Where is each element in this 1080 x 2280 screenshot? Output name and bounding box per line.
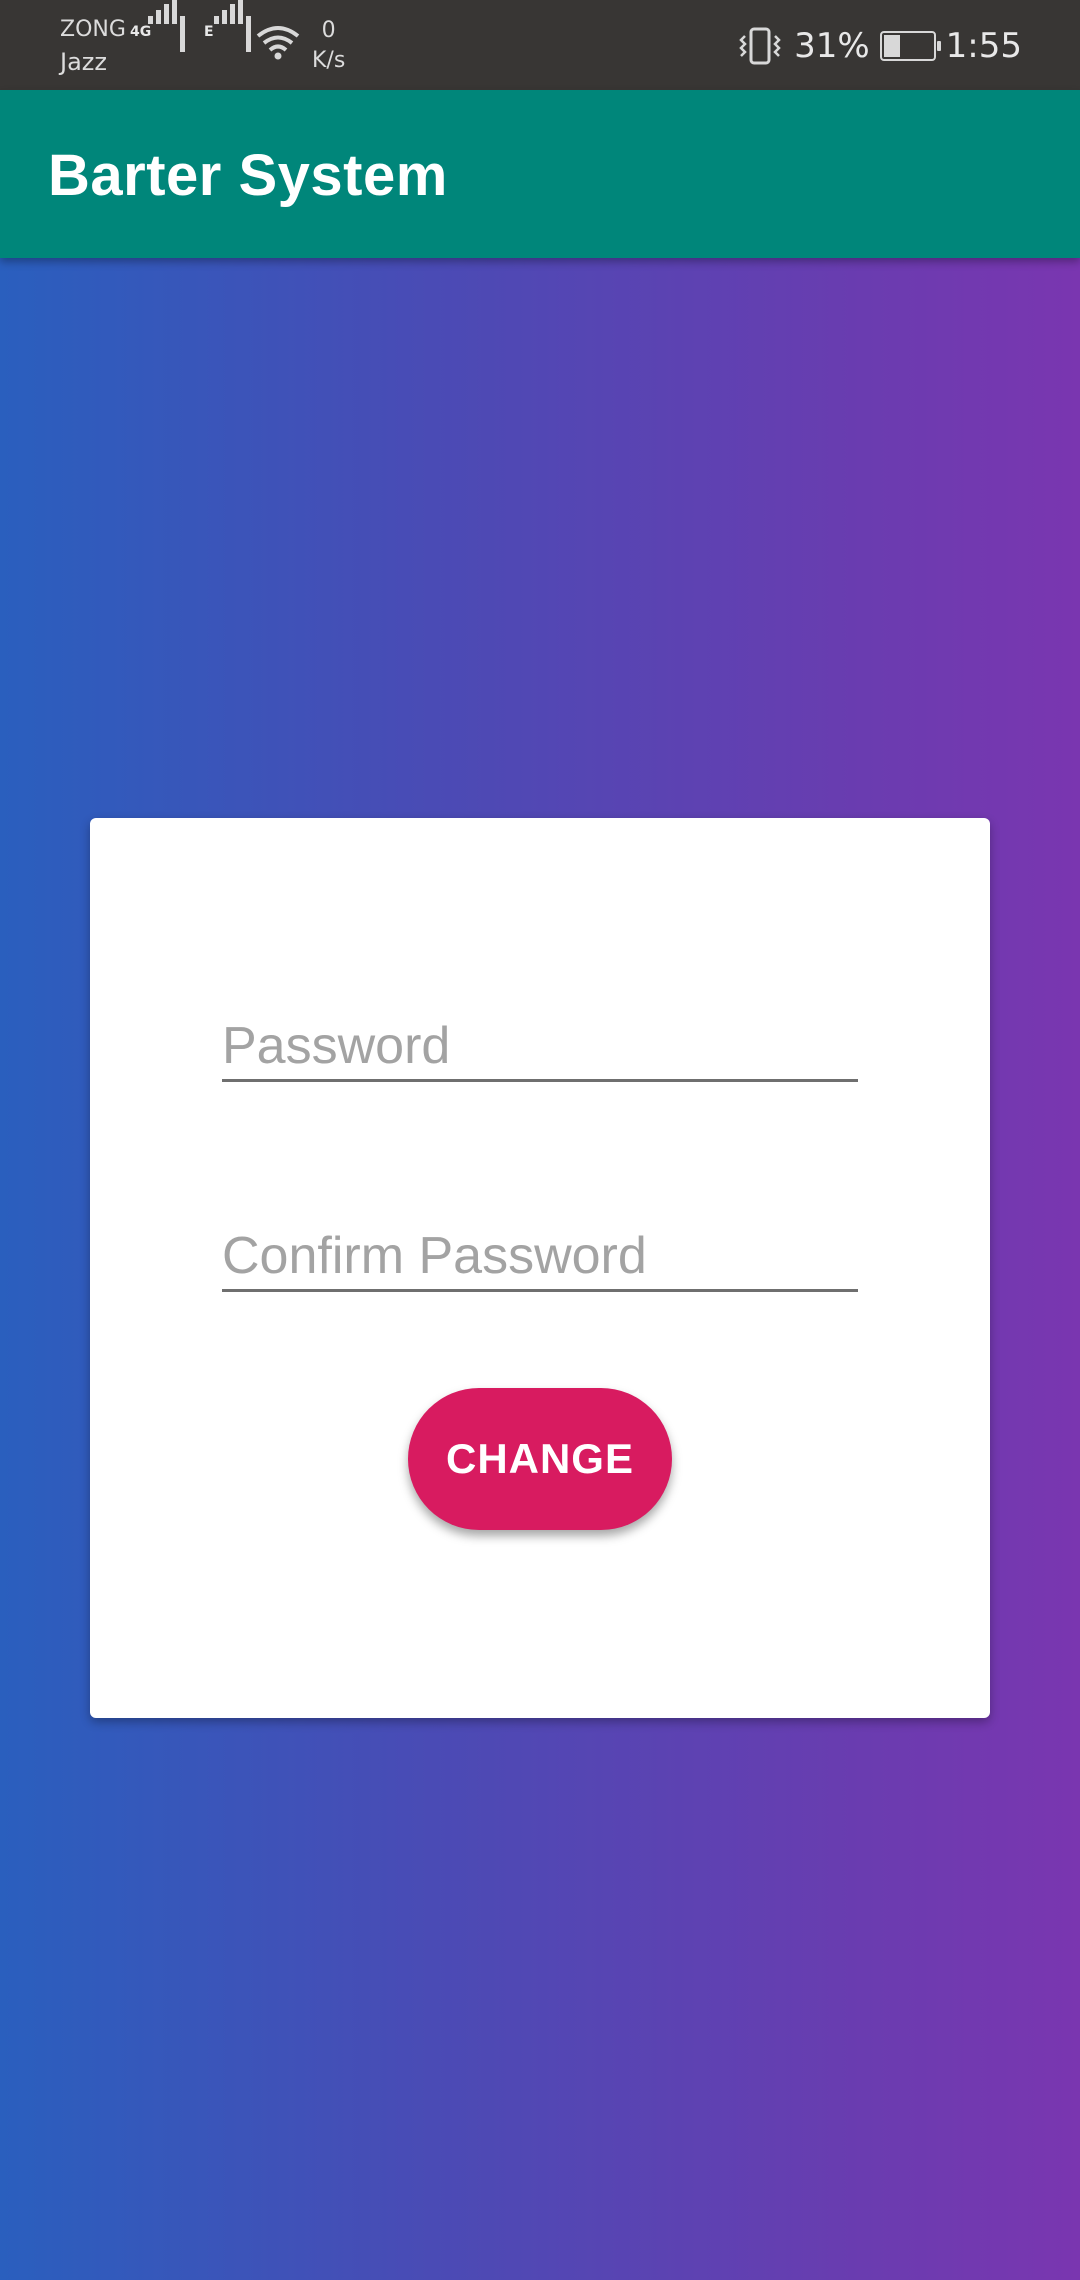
wifi-icon xyxy=(256,26,300,60)
clock: 1:55 xyxy=(945,26,1022,66)
network-type-1: 4G xyxy=(130,24,152,40)
password-input[interactable] xyxy=(222,1012,858,1082)
battery-percent: 31% xyxy=(794,26,870,66)
change-button[interactable]: CHANGE xyxy=(408,1388,672,1530)
network-speed: 0 K/s xyxy=(312,16,345,76)
confirm-password-input[interactable] xyxy=(222,1222,858,1292)
carrier-2: Jazz xyxy=(60,48,107,76)
status-bar: ZONG Jazz 4G E 0 K/s 31% 1:55 xyxy=(0,0,1080,90)
battery-level xyxy=(883,35,900,57)
app-title: Barter System xyxy=(48,143,448,208)
network-type-2: E xyxy=(204,24,214,40)
status-right: 31% 1:55 xyxy=(736,18,1022,74)
app-bar: Barter System xyxy=(0,90,1080,258)
carrier-1: ZONG xyxy=(60,17,126,42)
vibrate-icon xyxy=(739,27,781,65)
carrier-names: ZONG Jazz xyxy=(60,14,126,78)
speed-unit: K/s xyxy=(312,48,346,73)
battery-charging-icon xyxy=(879,31,941,61)
change-password-card: CHANGE xyxy=(90,818,990,1718)
speed-value: 0 xyxy=(321,18,336,43)
